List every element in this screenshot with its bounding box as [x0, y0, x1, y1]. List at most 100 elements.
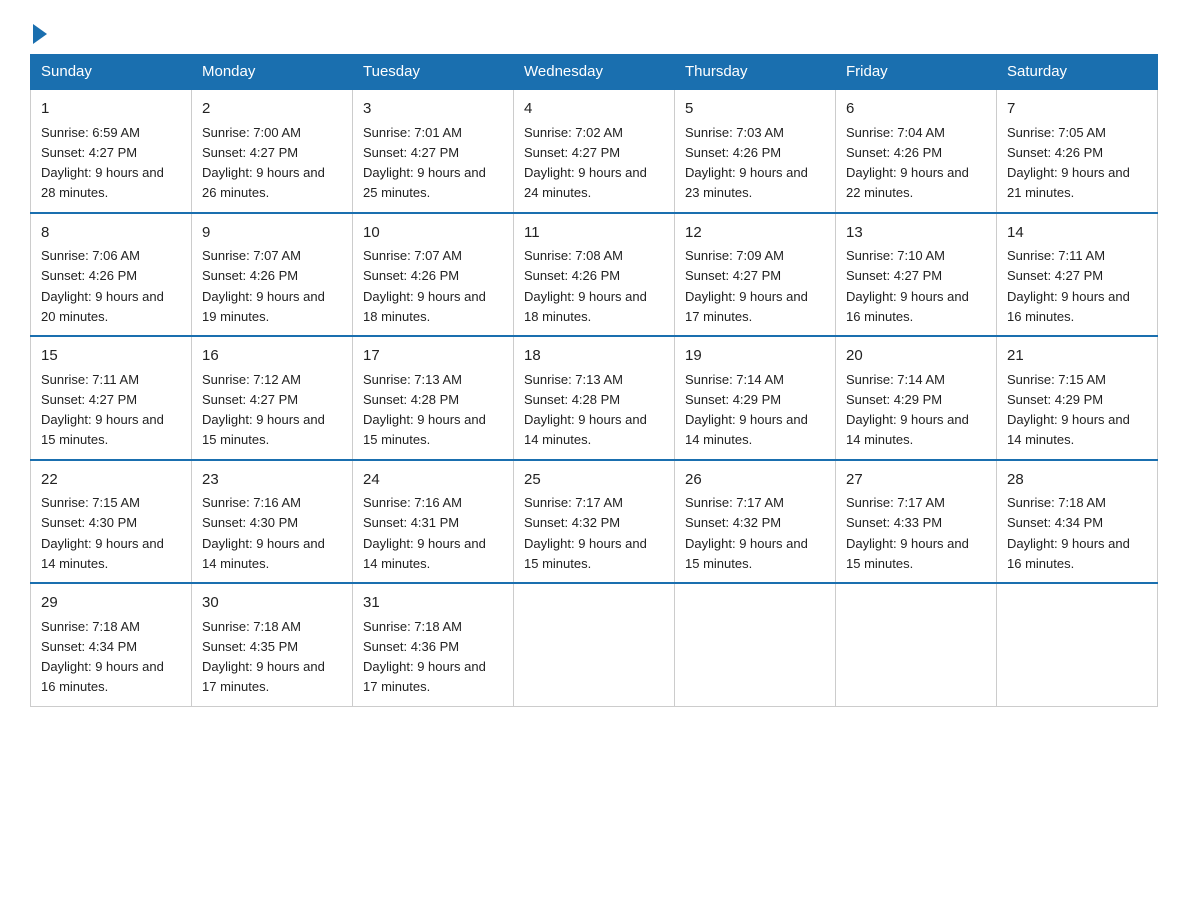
- day-number: 13: [846, 222, 986, 245]
- day-info: Sunrise: 7:09 AMSunset: 4:27 PMDaylight:…: [685, 248, 808, 324]
- calendar-day-header: Thursday: [675, 55, 836, 90]
- day-info: Sunrise: 7:04 AMSunset: 4:26 PMDaylight:…: [846, 125, 969, 201]
- day-number: 1: [41, 98, 181, 121]
- day-number: 8: [41, 222, 181, 245]
- calendar-day-cell: [675, 583, 836, 706]
- calendar-day-cell: 9 Sunrise: 7:07 AMSunset: 4:26 PMDayligh…: [192, 213, 353, 337]
- calendar-day-cell: 28 Sunrise: 7:18 AMSunset: 4:34 PMDaylig…: [997, 460, 1158, 584]
- calendar-table: SundayMondayTuesdayWednesdayThursdayFrid…: [30, 54, 1158, 707]
- logo-triangle-icon: [33, 24, 47, 44]
- day-info: Sunrise: 7:11 AMSunset: 4:27 PMDaylight:…: [41, 372, 164, 448]
- calendar-day-cell: 5 Sunrise: 7:03 AMSunset: 4:26 PMDayligh…: [675, 89, 836, 213]
- day-info: Sunrise: 7:16 AMSunset: 4:31 PMDaylight:…: [363, 495, 486, 571]
- day-info: Sunrise: 7:02 AMSunset: 4:27 PMDaylight:…: [524, 125, 647, 201]
- calendar-day-cell: 6 Sunrise: 7:04 AMSunset: 4:26 PMDayligh…: [836, 89, 997, 213]
- calendar-day-cell: 1 Sunrise: 6:59 AMSunset: 4:27 PMDayligh…: [31, 89, 192, 213]
- calendar-week-row: 1 Sunrise: 6:59 AMSunset: 4:27 PMDayligh…: [31, 89, 1158, 213]
- day-number: 25: [524, 469, 664, 492]
- calendar-day-cell: 15 Sunrise: 7:11 AMSunset: 4:27 PMDaylig…: [31, 336, 192, 460]
- calendar-day-cell: 8 Sunrise: 7:06 AMSunset: 4:26 PMDayligh…: [31, 213, 192, 337]
- calendar-week-row: 8 Sunrise: 7:06 AMSunset: 4:26 PMDayligh…: [31, 213, 1158, 337]
- calendar-day-cell: 19 Sunrise: 7:14 AMSunset: 4:29 PMDaylig…: [675, 336, 836, 460]
- day-info: Sunrise: 7:01 AMSunset: 4:27 PMDaylight:…: [363, 125, 486, 201]
- day-info: Sunrise: 7:18 AMSunset: 4:35 PMDaylight:…: [202, 619, 325, 695]
- day-info: Sunrise: 7:13 AMSunset: 4:28 PMDaylight:…: [524, 372, 647, 448]
- calendar-day-cell: 11 Sunrise: 7:08 AMSunset: 4:26 PMDaylig…: [514, 213, 675, 337]
- day-info: Sunrise: 7:05 AMSunset: 4:26 PMDaylight:…: [1007, 125, 1130, 201]
- calendar-day-cell: 26 Sunrise: 7:17 AMSunset: 4:32 PMDaylig…: [675, 460, 836, 584]
- day-number: 2: [202, 98, 342, 121]
- calendar-day-header: Saturday: [997, 55, 1158, 90]
- day-info: Sunrise: 7:00 AMSunset: 4:27 PMDaylight:…: [202, 125, 325, 201]
- calendar-week-row: 29 Sunrise: 7:18 AMSunset: 4:34 PMDaylig…: [31, 583, 1158, 706]
- day-number: 24: [363, 469, 503, 492]
- day-number: 15: [41, 345, 181, 368]
- day-info: Sunrise: 7:06 AMSunset: 4:26 PMDaylight:…: [41, 248, 164, 324]
- calendar-week-row: 15 Sunrise: 7:11 AMSunset: 4:27 PMDaylig…: [31, 336, 1158, 460]
- calendar-day-cell: 17 Sunrise: 7:13 AMSunset: 4:28 PMDaylig…: [353, 336, 514, 460]
- calendar-day-cell: 13 Sunrise: 7:10 AMSunset: 4:27 PMDaylig…: [836, 213, 997, 337]
- calendar-day-cell: 14 Sunrise: 7:11 AMSunset: 4:27 PMDaylig…: [997, 213, 1158, 337]
- calendar-day-header: Wednesday: [514, 55, 675, 90]
- calendar-header-row: SundayMondayTuesdayWednesdayThursdayFrid…: [31, 55, 1158, 90]
- day-info: Sunrise: 7:17 AMSunset: 4:33 PMDaylight:…: [846, 495, 969, 571]
- calendar-day-cell: 12 Sunrise: 7:09 AMSunset: 4:27 PMDaylig…: [675, 213, 836, 337]
- calendar-day-cell: 22 Sunrise: 7:15 AMSunset: 4:30 PMDaylig…: [31, 460, 192, 584]
- day-info: Sunrise: 7:14 AMSunset: 4:29 PMDaylight:…: [846, 372, 969, 448]
- day-number: 18: [524, 345, 664, 368]
- page-header: [30, 20, 1158, 44]
- day-number: 9: [202, 222, 342, 245]
- day-number: 5: [685, 98, 825, 121]
- day-number: 14: [1007, 222, 1147, 245]
- day-info: Sunrise: 7:13 AMSunset: 4:28 PMDaylight:…: [363, 372, 486, 448]
- day-number: 31: [363, 592, 503, 615]
- day-number: 7: [1007, 98, 1147, 121]
- day-number: 27: [846, 469, 986, 492]
- day-info: Sunrise: 7:08 AMSunset: 4:26 PMDaylight:…: [524, 248, 647, 324]
- day-number: 26: [685, 469, 825, 492]
- logo-area: [30, 20, 50, 44]
- logo: [30, 20, 50, 44]
- calendar-day-cell: 3 Sunrise: 7:01 AMSunset: 4:27 PMDayligh…: [353, 89, 514, 213]
- calendar-day-cell: 25 Sunrise: 7:17 AMSunset: 4:32 PMDaylig…: [514, 460, 675, 584]
- day-info: Sunrise: 7:18 AMSunset: 4:34 PMDaylight:…: [1007, 495, 1130, 571]
- day-number: 29: [41, 592, 181, 615]
- day-info: Sunrise: 7:16 AMSunset: 4:30 PMDaylight:…: [202, 495, 325, 571]
- day-info: Sunrise: 7:12 AMSunset: 4:27 PMDaylight:…: [202, 372, 325, 448]
- day-info: Sunrise: 7:14 AMSunset: 4:29 PMDaylight:…: [685, 372, 808, 448]
- day-number: 19: [685, 345, 825, 368]
- day-info: Sunrise: 7:18 AMSunset: 4:34 PMDaylight:…: [41, 619, 164, 695]
- day-number: 23: [202, 469, 342, 492]
- day-info: Sunrise: 6:59 AMSunset: 4:27 PMDaylight:…: [41, 125, 164, 201]
- day-info: Sunrise: 7:07 AMSunset: 4:26 PMDaylight:…: [363, 248, 486, 324]
- calendar-day-cell: 2 Sunrise: 7:00 AMSunset: 4:27 PMDayligh…: [192, 89, 353, 213]
- calendar-day-cell: 24 Sunrise: 7:16 AMSunset: 4:31 PMDaylig…: [353, 460, 514, 584]
- calendar-day-cell: 10 Sunrise: 7:07 AMSunset: 4:26 PMDaylig…: [353, 213, 514, 337]
- day-number: 17: [363, 345, 503, 368]
- calendar-day-header: Monday: [192, 55, 353, 90]
- day-info: Sunrise: 7:10 AMSunset: 4:27 PMDaylight:…: [846, 248, 969, 324]
- day-info: Sunrise: 7:11 AMSunset: 4:27 PMDaylight:…: [1007, 248, 1130, 324]
- calendar-day-cell: [514, 583, 675, 706]
- day-info: Sunrise: 7:17 AMSunset: 4:32 PMDaylight:…: [685, 495, 808, 571]
- calendar-day-header: Sunday: [31, 55, 192, 90]
- day-number: 3: [363, 98, 503, 121]
- day-info: Sunrise: 7:03 AMSunset: 4:26 PMDaylight:…: [685, 125, 808, 201]
- day-number: 6: [846, 98, 986, 121]
- calendar-day-cell: 30 Sunrise: 7:18 AMSunset: 4:35 PMDaylig…: [192, 583, 353, 706]
- day-info: Sunrise: 7:18 AMSunset: 4:36 PMDaylight:…: [363, 619, 486, 695]
- day-number: 16: [202, 345, 342, 368]
- day-info: Sunrise: 7:15 AMSunset: 4:30 PMDaylight:…: [41, 495, 164, 571]
- day-number: 20: [846, 345, 986, 368]
- day-number: 30: [202, 592, 342, 615]
- day-number: 11: [524, 222, 664, 245]
- day-number: 28: [1007, 469, 1147, 492]
- calendar-day-cell: 18 Sunrise: 7:13 AMSunset: 4:28 PMDaylig…: [514, 336, 675, 460]
- day-info: Sunrise: 7:15 AMSunset: 4:29 PMDaylight:…: [1007, 372, 1130, 448]
- calendar-day-cell: 29 Sunrise: 7:18 AMSunset: 4:34 PMDaylig…: [31, 583, 192, 706]
- calendar-day-cell: 31 Sunrise: 7:18 AMSunset: 4:36 PMDaylig…: [353, 583, 514, 706]
- day-info: Sunrise: 7:17 AMSunset: 4:32 PMDaylight:…: [524, 495, 647, 571]
- calendar-day-cell: 23 Sunrise: 7:16 AMSunset: 4:30 PMDaylig…: [192, 460, 353, 584]
- calendar-day-cell: 16 Sunrise: 7:12 AMSunset: 4:27 PMDaylig…: [192, 336, 353, 460]
- calendar-week-row: 22 Sunrise: 7:15 AMSunset: 4:30 PMDaylig…: [31, 460, 1158, 584]
